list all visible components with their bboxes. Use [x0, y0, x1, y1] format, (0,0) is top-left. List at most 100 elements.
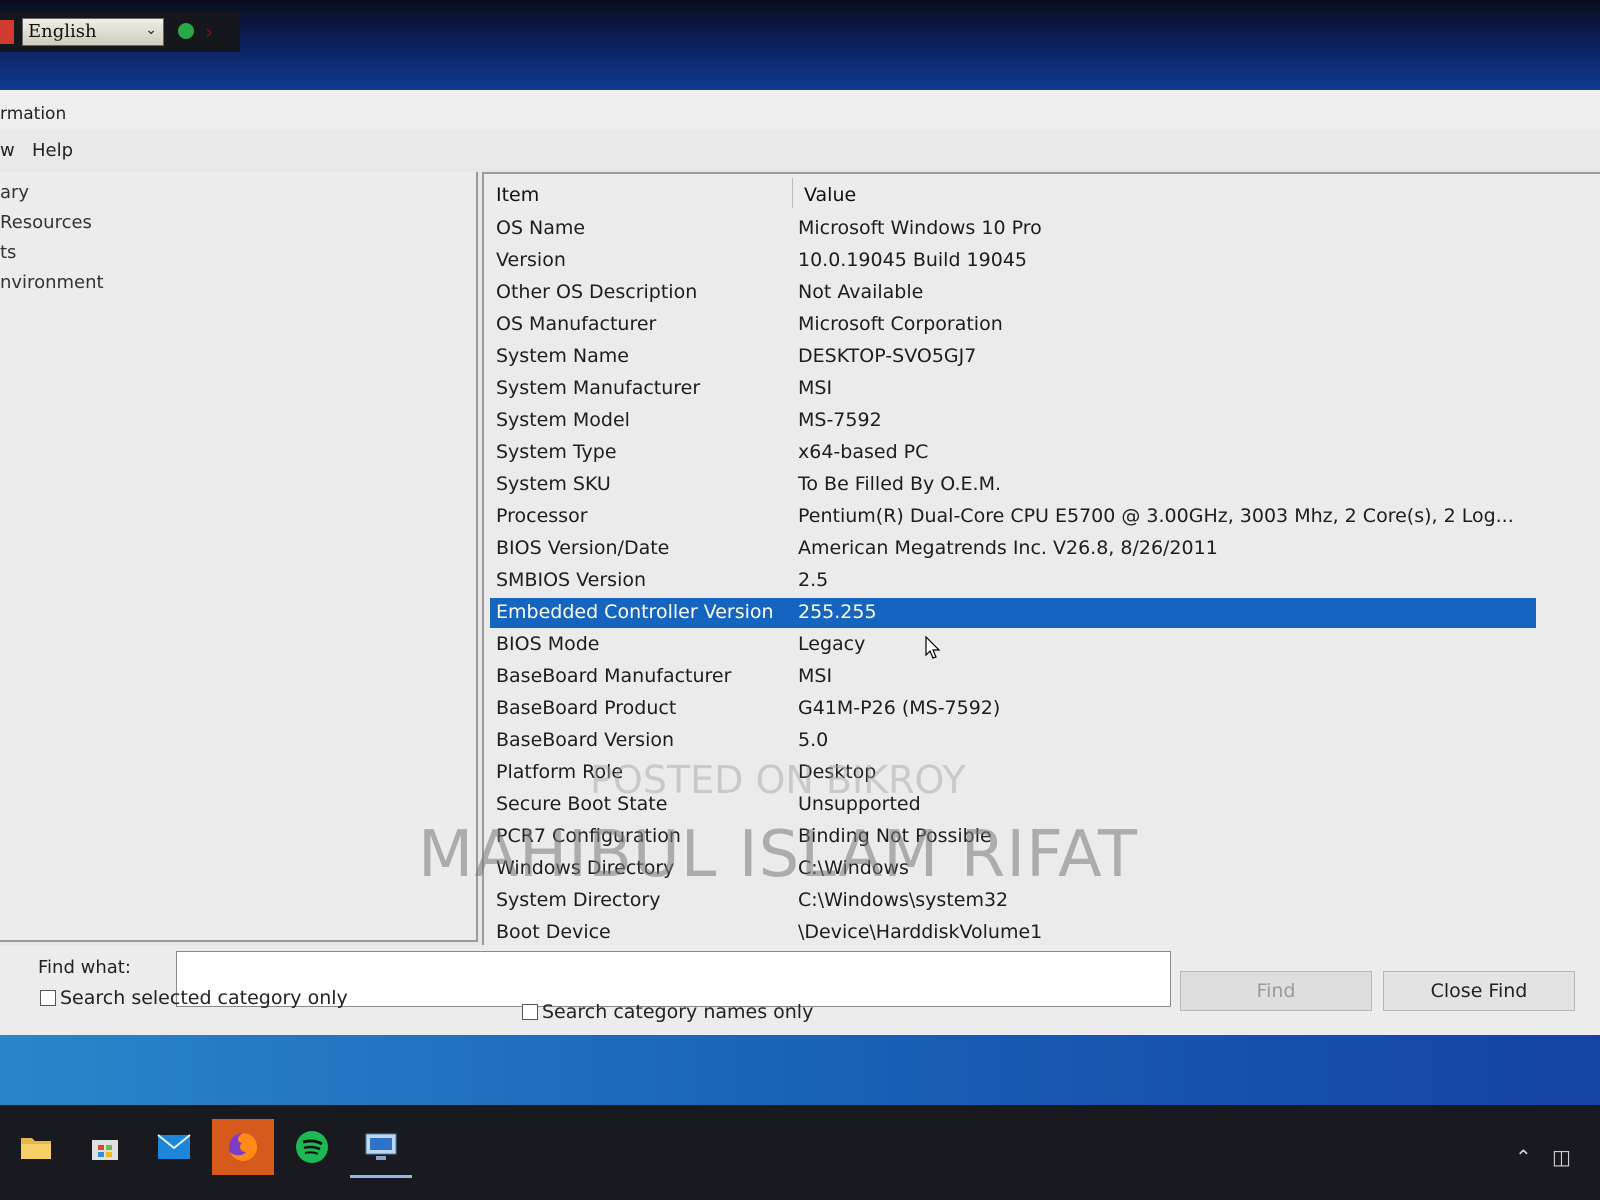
row-item: BaseBoard Version: [496, 729, 675, 751]
row-item: System Directory: [496, 889, 661, 911]
row-item: System Name: [496, 345, 629, 367]
search-category-names-label: Search category names only: [542, 1001, 814, 1023]
row-item: Embedded Controller Version: [496, 601, 774, 623]
row-value: 255.255: [798, 601, 877, 623]
list-row[interactable]: Other OS Description Not Available: [490, 278, 1536, 308]
row-item: Boot Device: [496, 921, 611, 943]
row-item: BaseBoard Product: [496, 697, 677, 719]
row-item: System Model: [496, 409, 630, 431]
list-row[interactable]: BaseBoard Product G41M-P26 (MS-7592): [490, 694, 1536, 724]
row-value: MSI: [798, 377, 833, 399]
list-row[interactable]: BIOS Version/Date American Megatrends Inc…: [490, 534, 1536, 564]
list-header: Item Value: [484, 174, 1600, 212]
title-bar: rmation: [0, 90, 1600, 130]
show-hidden-icons-icon[interactable]: ⌃: [1515, 1145, 1532, 1169]
green-status-icon[interactable]: [178, 23, 194, 39]
list-row[interactable]: SMBIOS Version 2.5: [490, 566, 1536, 596]
tree-item-components[interactable]: ts: [0, 242, 16, 263]
language-select-value: English: [28, 21, 97, 42]
row-value: Microsoft Corporation: [798, 313, 1003, 335]
watermark-line-1: POSTED ON BIKROY: [590, 758, 966, 802]
list-row[interactable]: Processor Pentium(R) Dual-Core CPU E5700 …: [490, 502, 1536, 532]
search-selected-category-label: Search selected category only: [60, 987, 348, 1009]
find-button[interactable]: Find: [1180, 971, 1372, 1011]
desktop-top-strip: English ⌄ ›: [0, 0, 1600, 92]
row-item: BaseBoard Manufacturer: [496, 665, 732, 687]
row-item: System SKU: [496, 473, 611, 495]
row-value: 10.0.19045 Build 19045: [798, 249, 1028, 271]
category-tree: ary Resources ts nvironment: [0, 172, 478, 942]
row-item: System Type: [496, 441, 617, 463]
tree-item-environment[interactable]: nvironment: [0, 272, 104, 293]
search-category-names-checkbox[interactable]: Search category names only: [522, 1001, 813, 1023]
network-icon[interactable]: ◫: [1552, 1145, 1571, 1169]
list-row[interactable]: OS Name Microsoft Windows 10 Pro: [490, 214, 1536, 244]
row-value: DESKTOP-SVO5GJ7: [798, 345, 977, 367]
row-value: MS-7592: [798, 409, 882, 431]
system-information-window: rmation w Help ary Resources ts nvironme…: [0, 90, 1600, 1035]
list-row[interactable]: BaseBoard Version 5.0: [490, 726, 1536, 756]
system-information-icon[interactable]: [350, 1119, 412, 1178]
row-item: Version: [496, 249, 566, 271]
spotify-icon[interactable]: [281, 1119, 343, 1175]
row-value: Legacy: [798, 633, 866, 655]
file-explorer-icon[interactable]: [5, 1119, 67, 1175]
tree-item-summary[interactable]: ary: [0, 182, 29, 203]
menu-help[interactable]: Help: [32, 140, 73, 161]
list-row[interactable]: BIOS Mode Legacy: [490, 630, 1536, 660]
row-item: BIOS Mode: [496, 633, 600, 655]
search-selected-category-checkbox[interactable]: Search selected category only: [40, 987, 348, 1009]
row-item: Processor: [496, 505, 588, 527]
mail-icon[interactable]: [143, 1119, 205, 1175]
list-row[interactable]: Boot Device \Device\HarddiskVolume1: [490, 918, 1536, 946]
checkbox-box[interactable]: [522, 1004, 538, 1020]
list-row[interactable]: BaseBoard Manufacturer MSI: [490, 662, 1536, 692]
column-divider[interactable]: [792, 178, 793, 208]
row-value: 5.0: [798, 729, 829, 751]
row-value: \Device\HarddiskVolume1: [798, 921, 1043, 943]
language-select[interactable]: English ⌄: [22, 18, 164, 46]
column-header-value[interactable]: Value: [804, 184, 856, 206]
list-row[interactable]: System Manufacturer MSI: [490, 374, 1536, 404]
checkbox-box[interactable]: [40, 990, 56, 1006]
firefox-icon[interactable]: [212, 1119, 274, 1175]
chevron-down-icon: ⌄: [145, 22, 157, 38]
list-row[interactable]: System SKU To Be Filled By O.E.M.: [490, 470, 1536, 500]
row-value: x64-based PC: [798, 441, 929, 463]
row-item: OS Name: [496, 217, 586, 239]
mouse-cursor-icon: [925, 635, 941, 664]
row-value: 2.5: [798, 569, 829, 591]
column-header-item[interactable]: Item: [496, 184, 539, 206]
tree-item-resources[interactable]: Resources: [0, 212, 92, 233]
row-item: Other OS Description: [496, 281, 698, 303]
list-row[interactable]: System Model MS-7592: [490, 406, 1536, 436]
list-row[interactable]: Embedded Controller Version 255.255: [490, 598, 1536, 628]
desktop-background: [0, 1035, 1600, 1105]
row-value: American Megatrends Inc. V26.8, 8/26/201…: [798, 537, 1218, 559]
store-icon[interactable]: [74, 1119, 136, 1175]
list-row[interactable]: Version 10.0.19045 Build 19045: [490, 246, 1536, 276]
close-find-button[interactable]: Close Find: [1383, 971, 1575, 1011]
row-value: C:\Windows\system32: [798, 889, 1009, 911]
row-item: System Manufacturer: [496, 377, 701, 399]
list-row[interactable]: System Type x64-based PC: [490, 438, 1536, 468]
language-bar-logo-icon: [0, 20, 14, 44]
row-value: Pentium(R) Dual-Core CPU E5700 @ 3.00GHz…: [798, 505, 1514, 527]
find-bar: Find what: Find Close Find Search select…: [0, 945, 1600, 1035]
list-row[interactable]: OS Manufacturer Microsoft Corporation: [490, 310, 1536, 340]
row-value: MSI: [798, 665, 833, 687]
language-bar: English ⌄ ›: [0, 12, 240, 52]
menu-view[interactable]: w: [0, 140, 15, 161]
row-item: SMBIOS Version: [496, 569, 647, 591]
window-title: rmation: [0, 104, 67, 124]
row-value: To Be Filled By O.E.M.: [798, 473, 1001, 495]
arrow-icon[interactable]: ›: [205, 20, 213, 44]
row-value: Not Available: [798, 281, 924, 303]
find-what-label: Find what:: [38, 957, 131, 978]
row-value: Microsoft Windows 10 Pro: [798, 217, 1042, 239]
taskbar: ⌃ ◫: [0, 1105, 1600, 1200]
watermark-line-2: MAHIBUL ISLAM RIFAT: [418, 818, 1138, 892]
row-item: BIOS Version/Date: [496, 537, 670, 559]
list-row[interactable]: System Name DESKTOP-SVO5GJ7: [490, 342, 1536, 372]
row-value: G41M-P26 (MS-7592): [798, 697, 1001, 719]
